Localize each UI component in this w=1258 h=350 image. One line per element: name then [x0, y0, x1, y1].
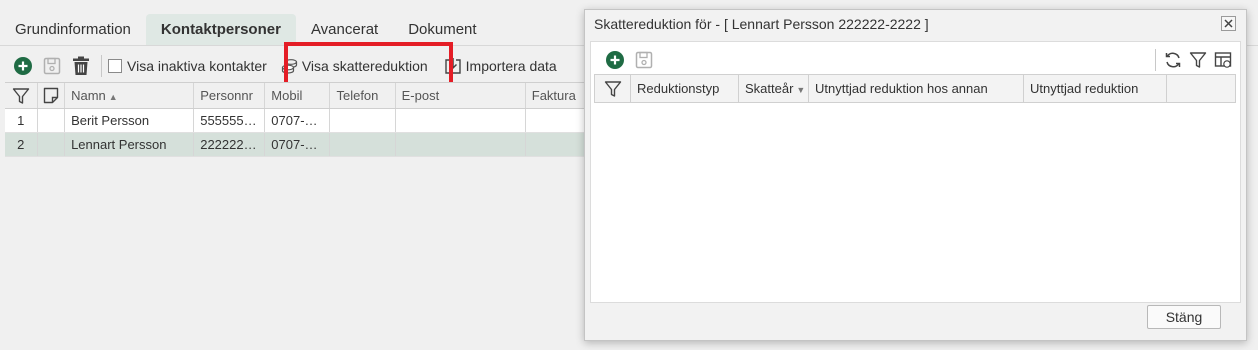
dialog-toolbar — [591, 42, 1240, 76]
show-inactive-checkbox[interactable] — [108, 59, 122, 73]
contacts-grid: Namn ▲ Personnr Mobil Telefon E-post Fakt… — [5, 82, 585, 157]
delete-icon[interactable] — [70, 55, 92, 77]
cell-personnr: 222222… — [194, 133, 266, 156]
tab-kontaktpersoner[interactable]: Kontaktpersoner — [145, 14, 296, 45]
row-number: 1 — [5, 109, 38, 132]
tab-dokument[interactable]: Dokument — [393, 14, 491, 45]
cell-invoice — [526, 133, 585, 156]
column-chooser-icon[interactable] — [1212, 49, 1234, 71]
filter-icon[interactable] — [5, 83, 38, 108]
save-icon[interactable] — [633, 49, 655, 71]
coins-icon — [281, 58, 297, 74]
close-button[interactable]: Stäng — [1147, 305, 1221, 329]
cell-name: Berit Persson — [65, 109, 195, 132]
add-icon[interactable] — [12, 55, 34, 77]
dialog-body: Reduktionstyp Skatteår ▼ Utnyttjad redukt… — [590, 41, 1241, 303]
row-number: 2 — [5, 133, 38, 156]
cell-phone — [330, 133, 396, 156]
note-icon[interactable] — [38, 83, 66, 108]
column-header-mobil[interactable]: Mobil — [265, 83, 331, 108]
column-header-utnyttjad-reduktion[interactable]: Utnyttjad reduktion — [1024, 75, 1167, 102]
import-data-label: Importera data — [465, 58, 557, 74]
column-header-personnr[interactable]: Personnr — [194, 83, 266, 108]
cell-mobile: 0707-… — [265, 133, 331, 156]
tab-avancerat[interactable]: Avancerat — [296, 14, 393, 45]
column-header-reduktionstyp[interactable]: Reduktionstyp — [631, 75, 739, 102]
filter-icon[interactable] — [1187, 49, 1209, 71]
table-row[interactable]: 2 Lennart Persson 222222… 0707-… — [5, 133, 585, 157]
cell-phone — [330, 109, 396, 132]
show-tax-reduction-button[interactable]: Visa skattereduktion — [277, 54, 432, 78]
close-icon[interactable] — [1221, 16, 1236, 31]
show-inactive-toggle: Visa inaktiva kontakter — [108, 58, 267, 74]
sort-descending-icon: ▼ — [796, 85, 806, 95]
column-header-namn[interactable]: Namn ▲ — [65, 83, 195, 108]
dialog-title: Skattereduktion för - [ Lennart Persson … — [594, 16, 929, 32]
row-note-cell — [38, 109, 66, 132]
cell-invoice — [526, 109, 585, 132]
contacts-toolbar: Visa inaktiva kontakter Visa skattereduk… — [12, 54, 561, 78]
cell-email — [396, 133, 526, 156]
cell-mobile: 0707-… — [265, 109, 331, 132]
column-header-skattear[interactable]: Skatteår ▼ — [739, 75, 809, 102]
sort-ascending-icon: ▲ — [108, 92, 118, 102]
show-inactive-label: Visa inaktiva kontakter — [127, 58, 267, 74]
column-header-epost[interactable]: E-post — [396, 83, 526, 108]
dialog-grid-header: Reduktionstyp Skatteår ▼ Utnyttjad redukt… — [594, 74, 1236, 103]
row-note-cell — [38, 133, 66, 156]
main-tabs: Grundinformation Kontaktpersoner Avancer… — [0, 14, 492, 46]
refresh-icon[interactable] — [1162, 49, 1184, 71]
import-icon — [444, 58, 461, 74]
column-header-faktura[interactable]: Faktura — [526, 83, 585, 108]
grid-header: Namn ▲ Personnr Mobil Telefon E-post Fakt… — [5, 82, 585, 109]
show-tax-reduction-label: Visa skattereduktion — [301, 58, 428, 74]
toolbar-separator — [101, 55, 102, 77]
save-icon[interactable] — [41, 55, 63, 77]
add-icon[interactable] — [604, 49, 626, 71]
table-row[interactable]: 1 Berit Persson 555555… 0707-… — [5, 109, 585, 133]
column-header-utnyttjad-hos-annan[interactable]: Utnyttjad reduktion hos annan — [809, 75, 1024, 102]
import-data-button[interactable]: Importera data — [440, 54, 561, 78]
cell-name: Lennart Persson — [65, 133, 195, 156]
toolbar-separator — [1155, 49, 1156, 71]
filter-icon[interactable] — [595, 75, 631, 102]
column-header-spacer — [1167, 75, 1235, 102]
cell-email — [396, 109, 526, 132]
tax-reduction-dialog: Skattereduktion för - [ Lennart Persson … — [584, 9, 1247, 341]
tab-grundinformation[interactable]: Grundinformation — [0, 14, 146, 45]
cell-personnr: 555555… — [194, 109, 266, 132]
column-header-telefon[interactable]: Telefon — [330, 83, 396, 108]
